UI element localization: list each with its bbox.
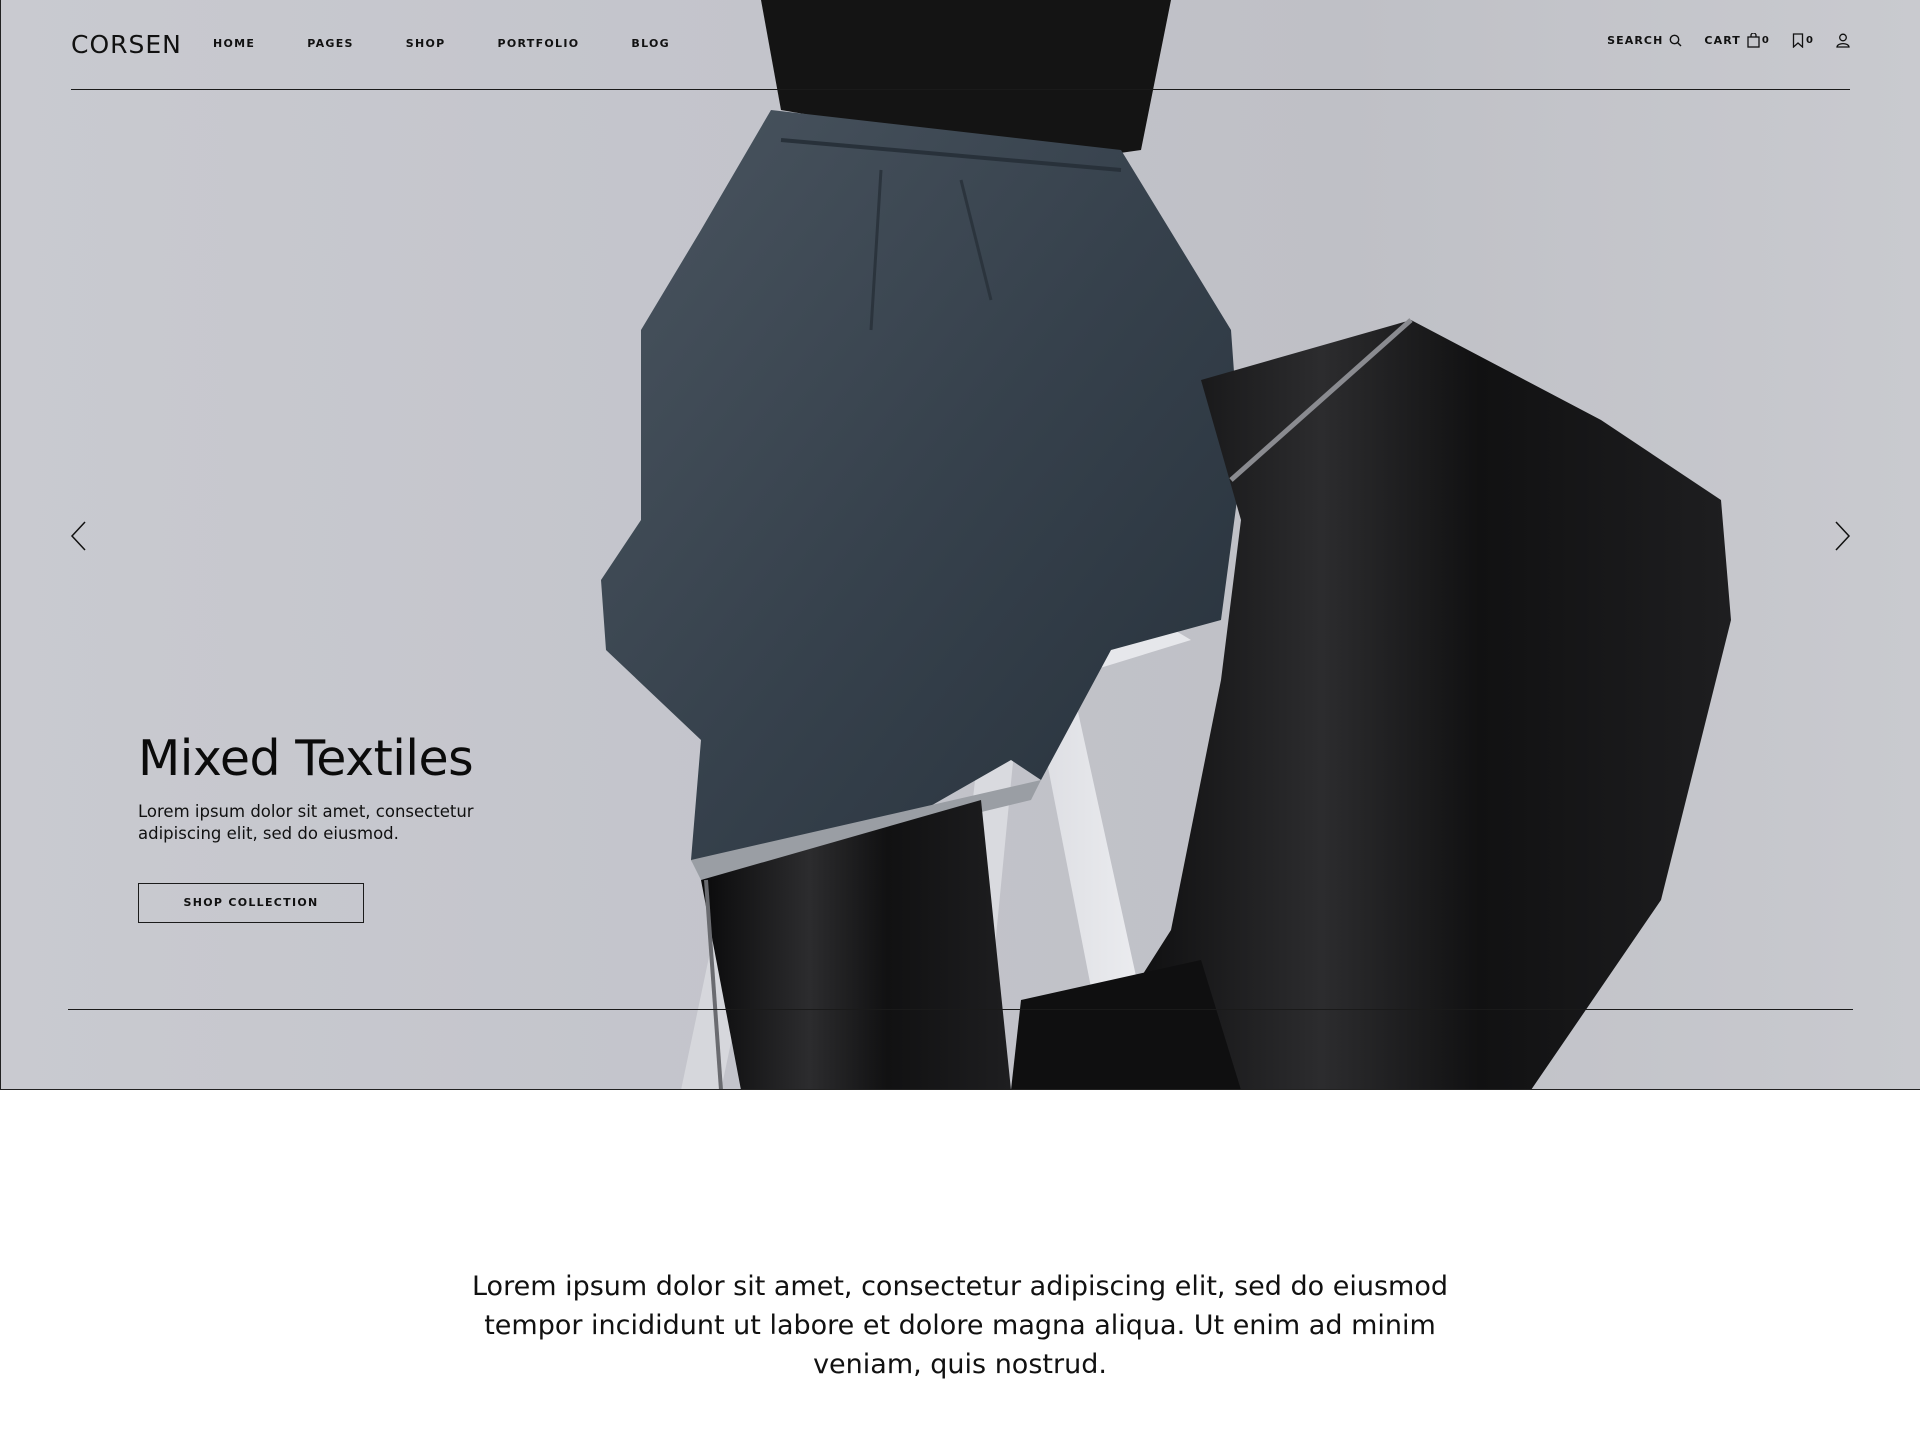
hero-caption: Mixed Textiles Lorem ipsum dolor sit ame… xyxy=(138,730,538,923)
bookmark-icon xyxy=(1792,33,1804,48)
site-header: CORSEN HOME PAGES SHOP PORTFOLIO BLOG SE… xyxy=(71,0,1850,90)
brand-logo[interactable]: CORSEN xyxy=(71,30,182,59)
search-label: SEARCH xyxy=(1607,34,1664,47)
intro-text: Lorem ipsum dolor sit amet, consectetur … xyxy=(471,1271,1448,1380)
user-icon xyxy=(1836,33,1850,48)
header-utilities: SEARCH CART 0 0 xyxy=(1585,33,1850,48)
nav-item-blog[interactable]: BLOG xyxy=(631,37,670,50)
cart-count: 0 xyxy=(1761,35,1770,46)
nav-item-shop[interactable]: SHOP xyxy=(406,37,446,50)
chevron-left-icon[interactable] xyxy=(69,520,89,552)
nav-item-pages[interactable]: PAGES xyxy=(307,37,354,50)
account-button[interactable] xyxy=(1836,33,1850,48)
hero-divider xyxy=(68,1009,1853,1010)
wishlist-button[interactable]: 0 xyxy=(1792,33,1814,48)
search-button[interactable]: SEARCH xyxy=(1607,34,1682,47)
hero-image xyxy=(601,0,1731,1089)
main-nav: HOME PAGES SHOP PORTFOLIO BLOG xyxy=(213,37,722,50)
nav-item-portfolio[interactable]: PORTFOLIO xyxy=(498,37,580,50)
nav-item-home[interactable]: HOME xyxy=(213,37,255,50)
search-icon xyxy=(1670,34,1682,47)
hero-subtitle: Lorem ipsum dolor sit amet, consectetur … xyxy=(138,802,474,843)
chevron-right-icon[interactable] xyxy=(1832,520,1852,552)
cart-button[interactable]: CART 0 xyxy=(1704,33,1770,48)
shopping-bag-icon xyxy=(1747,33,1760,48)
hero-title: Mixed Textiles xyxy=(138,730,474,787)
cart-label: CART xyxy=(1704,34,1741,47)
shop-collection-button[interactable]: SHOP COLLECTION xyxy=(138,883,364,923)
hero-slider: CORSEN HOME PAGES SHOP PORTFOLIO BLOG SE… xyxy=(0,0,1920,1090)
wishlist-count: 0 xyxy=(1805,35,1814,46)
